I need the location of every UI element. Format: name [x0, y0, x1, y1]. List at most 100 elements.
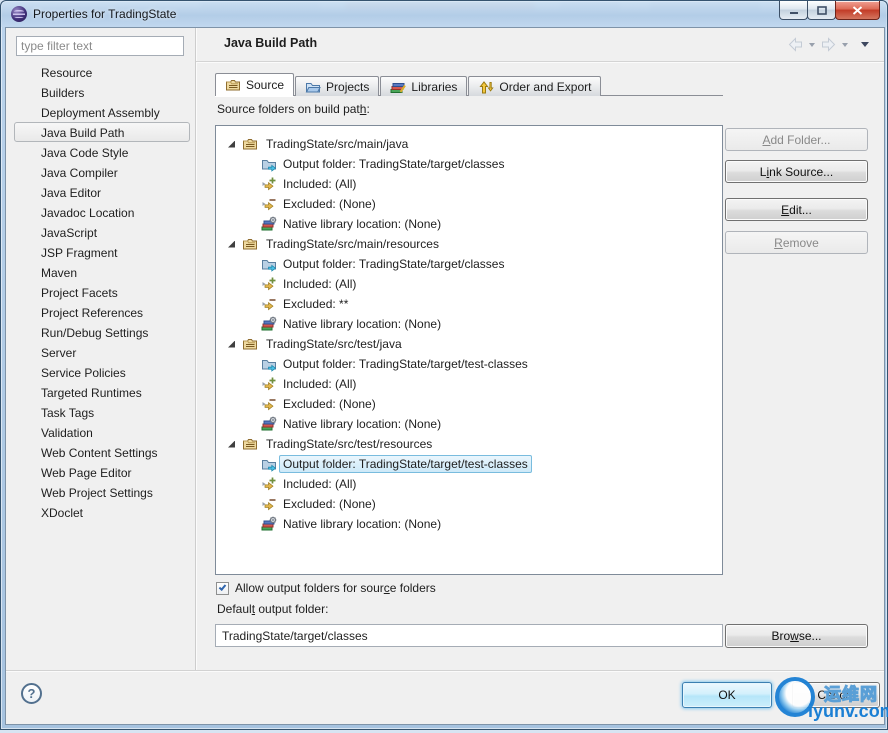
- sidebar-item-maven[interactable]: Maven: [14, 262, 190, 282]
- remove-button[interactable]: Remove: [725, 231, 868, 254]
- sidebar-item-run-debug-settings[interactable]: Run/Debug Settings: [14, 322, 190, 342]
- tree-group-row[interactable]: TradingState/src/main/java: [216, 134, 722, 154]
- tree-item-label: Included: (All): [283, 177, 357, 191]
- default-output-label: Default output folder:: [217, 602, 329, 616]
- tree-item-label: Included: (All): [283, 277, 357, 291]
- tree-item[interactable]: Included: (All): [279, 375, 360, 393]
- sidebar-item-builders[interactable]: Builders: [14, 82, 190, 102]
- tree-item[interactable]: Excluded: (None): [279, 495, 380, 513]
- tab-source[interactable]: Source: [215, 73, 295, 96]
- tree-child-row[interactable]: Excluded: **: [216, 294, 722, 314]
- sidebar-item-deployment-assembly[interactable]: Deployment Assembly: [14, 102, 190, 122]
- help-button[interactable]: ?: [21, 683, 42, 704]
- sidebar-item-task-tags[interactable]: Task Tags: [14, 402, 190, 422]
- tree-item-label: Included: (All): [283, 377, 357, 391]
- sidebar-item-validation[interactable]: Validation: [14, 422, 190, 442]
- tree-item[interactable]: Output folder: TradingState/target/test-…: [279, 355, 532, 373]
- expand-toggle-icon[interactable]: [228, 140, 235, 148]
- tree-child-row[interactable]: Excluded: (None): [216, 394, 722, 414]
- maximize-icon: [816, 5, 827, 15]
- default-output-input[interactable]: [215, 624, 723, 647]
- tree-child-row[interactable]: Native library location: (None): [216, 514, 722, 534]
- excluded-icon: [261, 296, 277, 312]
- sidebar-item-java-editor[interactable]: Java Editor: [14, 182, 190, 202]
- allow-output-checkbox[interactable]: [216, 581, 229, 595]
- source-folders-tree[interactable]: TradingState/src/main/java Output folder:…: [215, 125, 723, 575]
- tab-order-and-export[interactable]: Order and Export: [468, 76, 602, 96]
- tab-libraries[interactable]: Libraries: [380, 76, 468, 96]
- tree-item[interactable]: Native library location: (None): [279, 315, 445, 333]
- tree-item[interactable]: Included: (All): [279, 175, 360, 193]
- filter-input[interactable]: [16, 36, 184, 56]
- sidebar-item-xdoclet[interactable]: XDoclet: [14, 502, 190, 522]
- tree-child-row[interactable]: Output folder: TradingState/target/test-…: [216, 354, 722, 374]
- sidebar-item-java-compiler[interactable]: Java Compiler: [14, 162, 190, 182]
- sidebar-item-service-policies[interactable]: Service Policies: [14, 362, 190, 382]
- sidebar-item-web-content-settings[interactable]: Web Content Settings: [14, 442, 190, 462]
- expand-toggle-icon[interactable]: [228, 240, 235, 248]
- tree-child-row[interactable]: Included: (All): [216, 474, 722, 494]
- back-icon[interactable]: [787, 37, 804, 52]
- tree-item-label: Excluded: **: [283, 297, 349, 311]
- order-export-icon: [478, 79, 495, 95]
- tree-item[interactable]: Native library location: (None): [279, 415, 445, 433]
- sidebar-item-web-project-settings[interactable]: Web Project Settings: [14, 482, 190, 502]
- tree-item[interactable]: Included: (All): [279, 475, 360, 493]
- sidebar-item-java-code-style[interactable]: Java Code Style: [14, 142, 190, 162]
- ok-button[interactable]: OK: [682, 682, 772, 708]
- tree-item[interactable]: Native library location: (None): [279, 215, 445, 233]
- sidebar-item-java-build-path[interactable]: Java Build Path: [14, 122, 190, 142]
- titlebar[interactable]: Properties for TradingState: [1, 1, 887, 27]
- browse-button[interactable]: Browse...: [725, 624, 868, 648]
- tree-child-row[interactable]: Output folder: TradingState/target/test-…: [216, 454, 722, 474]
- sidebar-item-resource[interactable]: Resource: [14, 62, 190, 82]
- tree-child-row[interactable]: Native library location: (None): [216, 414, 722, 434]
- tree-item[interactable]: Included: (All): [279, 275, 360, 293]
- tree-child-row[interactable]: Output folder: TradingState/target/class…: [216, 154, 722, 174]
- sidebar-item-javascript[interactable]: JavaScript: [14, 222, 190, 242]
- tree-child-row[interactable]: Included: (All): [216, 274, 722, 294]
- view-menu-icon[interactable]: [861, 42, 869, 47]
- tree-group-row[interactable]: TradingState/src/test/resources: [216, 434, 722, 454]
- sidebar-item-web-page-editor[interactable]: Web Page Editor: [14, 462, 190, 482]
- tree-child-row[interactable]: Native library location: (None): [216, 214, 722, 234]
- tree-child-row[interactable]: Excluded: (None): [216, 194, 722, 214]
- included-icon: [261, 376, 277, 392]
- tree-item[interactable]: Output folder: TradingState/target/class…: [279, 155, 508, 173]
- link-source-button[interactable]: Link Source...: [725, 160, 868, 183]
- tab-projects[interactable]: Projects: [295, 76, 380, 96]
- sidebar-item-javadoc-location[interactable]: Javadoc Location: [14, 202, 190, 222]
- minimize-icon: [789, 11, 798, 14]
- sidebar-item-targeted-runtimes[interactable]: Targeted Runtimes: [14, 382, 190, 402]
- tree-child-row[interactable]: Native library location: (None): [216, 314, 722, 334]
- sidebar-item-jsp-fragment[interactable]: JSP Fragment: [14, 242, 190, 262]
- maximize-button[interactable]: [807, 1, 836, 20]
- sidebar-item-project-facets[interactable]: Project Facets: [14, 282, 190, 302]
- tree-child-row[interactable]: Output folder: TradingState/target/class…: [216, 254, 722, 274]
- forward-icon[interactable]: [820, 37, 837, 52]
- tree-item[interactable]: Excluded: (None): [279, 395, 380, 413]
- minimize-button[interactable]: [779, 1, 808, 20]
- tree-item[interactable]: Output folder: TradingState/target/class…: [279, 255, 508, 273]
- edit-button[interactable]: Edit...: [725, 198, 868, 221]
- cancel-button[interactable]: Cancel: [792, 682, 880, 708]
- tree-group-row[interactable]: TradingState/src/main/resources: [216, 234, 722, 254]
- tree-group-label: TradingState/src/main/resources: [266, 237, 439, 251]
- tree-group-row[interactable]: TradingState/src/test/java: [216, 334, 722, 354]
- tree-item[interactable]: Native library location: (None): [279, 515, 445, 533]
- expand-toggle-icon[interactable]: [228, 440, 235, 448]
- tree-item[interactable]: Excluded: **: [279, 295, 352, 313]
- expand-toggle-icon[interactable]: [228, 340, 235, 348]
- tree-item[interactable]: Excluded: (None): [279, 195, 380, 213]
- sidebar-item-project-references[interactable]: Project References: [14, 302, 190, 322]
- sidebar-item-server[interactable]: Server: [14, 342, 190, 362]
- tree-child-row[interactable]: Excluded: (None): [216, 494, 722, 514]
- add-folder-button[interactable]: Add Folder...: [725, 128, 868, 151]
- tree-selected-item[interactable]: Output folder: TradingState/target/test-…: [279, 455, 532, 473]
- back-menu-caret-icon[interactable]: [809, 42, 815, 47]
- close-button[interactable]: [835, 1, 880, 20]
- forward-menu-caret-icon[interactable]: [842, 42, 848, 47]
- tree-child-row[interactable]: Included: (All): [216, 374, 722, 394]
- tree-child-row[interactable]: Included: (All): [216, 174, 722, 194]
- output-folder-icon: [261, 356, 277, 372]
